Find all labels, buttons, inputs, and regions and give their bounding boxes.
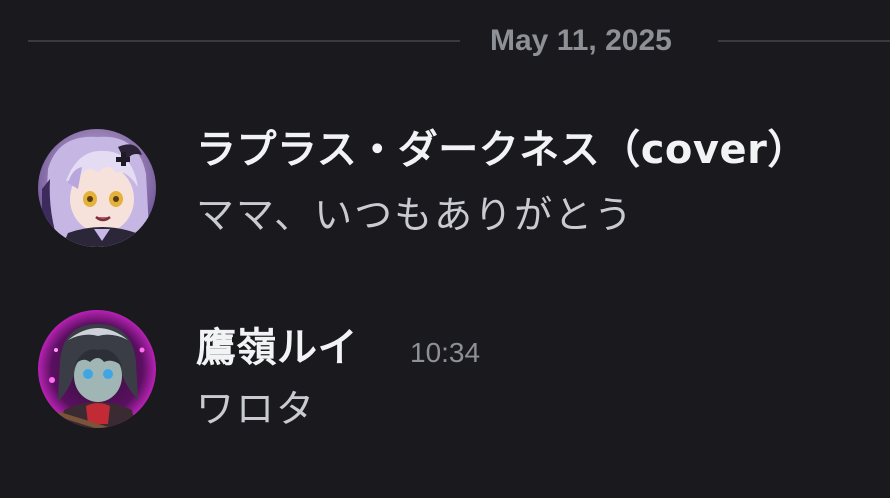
anime-character-avatar-icon <box>38 310 156 428</box>
divider-line-left <box>28 40 460 42</box>
message-author[interactable]: 鷹嶺ルイ <box>196 322 358 374</box>
message-content: ママ、いつもありがとう <box>196 193 635 237</box>
message-author[interactable]: ラプラス・ダークネス（cover） <box>196 124 808 176</box>
anime-character-avatar-icon <box>38 129 156 247</box>
message-item[interactable]: ラプラス・ダークネス（cover） ママ、いつもありがとう <box>0 120 890 260</box>
message-timestamp: 10:34 <box>410 337 481 368</box>
user-avatar-lui[interactable] <box>38 310 156 428</box>
message-item[interactable]: 鷹嶺ルイ 10:34 ワロタ <box>0 310 890 460</box>
message-content: ワロタ <box>196 387 317 431</box>
user-avatar-laplus[interactable] <box>38 129 156 247</box>
date-divider: May 11, 2025 <box>28 22 890 62</box>
date-divider-label: May 11, 2025 <box>490 24 672 57</box>
chat-message-list[interactable]: May 11, 2025 ラプラス・ダークネス（cover） ママ、いつもありが… <box>0 0 890 498</box>
divider-line-right <box>718 40 890 42</box>
